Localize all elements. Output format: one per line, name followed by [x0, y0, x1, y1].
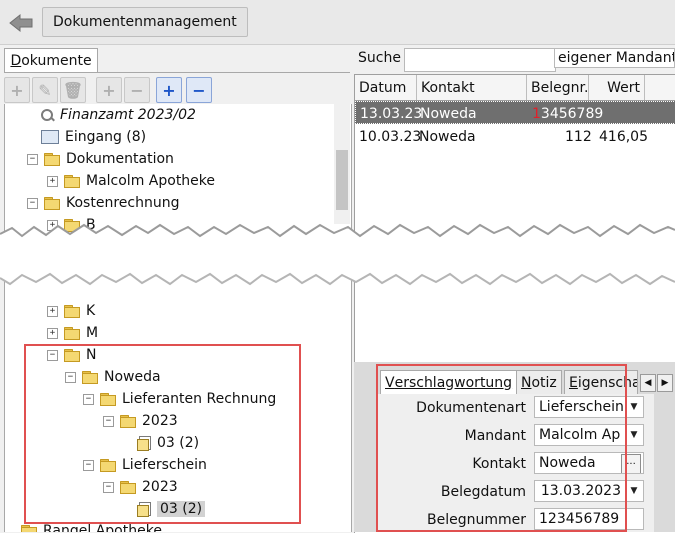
tree-label: Rangel Apotheke [43, 523, 162, 532]
column-datum[interactable]: Datum [355, 75, 417, 100]
dokumentenmanagement-button[interactable]: Dokumentenmanagement [42, 7, 248, 37]
tree-toolbar: + ✎ 🗑 + − + − [4, 72, 350, 105]
cell-belegnr: 112 [565, 128, 592, 145]
collapse-all-icon[interactable]: − [186, 77, 212, 103]
remove-small-icon[interactable]: − [124, 77, 150, 103]
mandant-filter-select[interactable]: eigener Mandant [554, 48, 675, 68]
table-row[interactable]: 13.03.23 Noweda 1 3456789 [355, 101, 675, 124]
tree-label: Kostenrechnung [66, 195, 180, 211]
table-row[interactable]: 10.03.23 Noweda 112 416,05 [355, 125, 675, 148]
app-title: Dokumentenmanagement [53, 14, 237, 30]
tree-item-k[interactable]: + K [47, 300, 95, 322]
add-icon[interactable]: + [4, 77, 30, 103]
expand-toggle[interactable]: + [47, 305, 58, 317]
tree-item-finanzamt[interactable]: Finanzamt 2023/02 [41, 104, 196, 126]
tree-label: Finanzamt 2023/02 [60, 107, 196, 123]
calendar-dropdown-icon: ▼ [630, 486, 638, 496]
folder-icon [44, 197, 60, 210]
tab-dokumente[interactable]: Dokumente [4, 48, 98, 73]
cell-datum: 13.03.23 [360, 105, 423, 122]
edit-icon[interactable]: ✎ [32, 77, 58, 103]
column-belegnr[interactable]: Belegnr. [527, 75, 589, 100]
tab-scroll-left-icon[interactable]: ◀ [640, 374, 656, 392]
column-wert[interactable]: Wert [589, 75, 645, 100]
tree-label: Malcolm Apotheke [86, 173, 216, 189]
delete-icon[interactable]: 🗑 [60, 77, 86, 103]
chevron-down-icon: ▼ [630, 402, 638, 412]
cell-wert: 416,05 [599, 128, 648, 145]
search-icon [41, 108, 54, 122]
tree-item-malcolm-apotheke[interactable]: + Malcolm Apotheke [47, 170, 215, 192]
collapse-toggle[interactable]: − [27, 153, 38, 165]
folder-icon [64, 327, 80, 340]
search-input[interactable] [404, 48, 556, 72]
collapse-toggle[interactable]: − [27, 197, 38, 209]
cell-kontakt: Noweda [419, 128, 476, 145]
tab-scroll-right-icon[interactable]: ▶ [657, 374, 673, 392]
cell-belegnr: 1 3456789 [532, 102, 603, 125]
tree-label: Eingang (8) [65, 129, 147, 145]
grid-header: Datum Kontakt Belegnr. Wert [355, 75, 675, 101]
cell-datum: 10.03.23 [359, 128, 422, 145]
inbox-icon [41, 130, 59, 144]
mandant-filter-value: eigener Mandant [558, 50, 675, 66]
tree-label: M [86, 325, 99, 341]
tree-scrollbar-thumb[interactable] [336, 150, 348, 210]
tree-item-kostenrechnung[interactable]: − Kostenrechnung [27, 192, 179, 214]
tree-item-dokumentation[interactable]: − Dokumentation [27, 148, 174, 170]
add-small-icon[interactable]: + [96, 77, 122, 103]
expand-toggle[interactable]: + [47, 175, 58, 187]
column-kontakt[interactable]: Kontakt [417, 75, 527, 100]
tree-label: Dokumentation [66, 151, 174, 167]
screenshot-break [0, 223, 675, 286]
expand-toggle[interactable]: + [47, 327, 58, 339]
cell-kontakt: Noweda [420, 105, 477, 122]
folder-icon [21, 525, 37, 532]
folder-icon [64, 175, 80, 188]
expand-all-icon[interactable]: + [156, 77, 182, 103]
tab-dokumente-mnemonic: D [10, 53, 22, 69]
folder-icon [44, 153, 60, 166]
chevron-down-icon: ▼ [630, 430, 638, 440]
highlight-box-form [376, 364, 627, 532]
highlight-box-tree [24, 344, 301, 524]
back-arrow-icon[interactable] [6, 8, 36, 36]
folder-icon [64, 305, 80, 318]
tree-item-eingang[interactable]: Eingang (8) [41, 126, 146, 148]
tree-label: K [86, 303, 96, 319]
tab-scroll: ◀ ▶ [640, 374, 673, 392]
search-label: Suche [358, 50, 401, 66]
cell-belegnr-value: 3456789 [540, 105, 604, 122]
tree-item-m[interactable]: + M [47, 322, 98, 344]
cell-belegnr-mark: 1 [532, 105, 541, 122]
tab-dokumente-label: okumente [21, 53, 92, 69]
